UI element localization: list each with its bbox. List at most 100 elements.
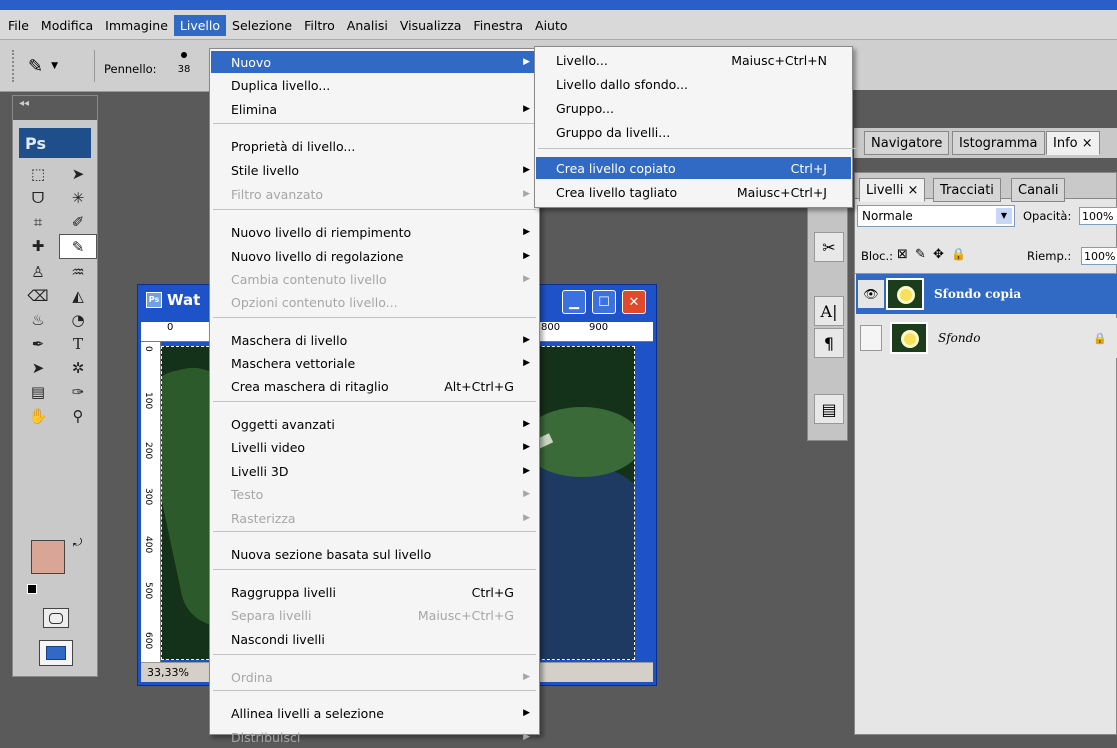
eyedropper-tool-icon[interactable]: ✑: [59, 380, 97, 403]
paint-bucket-tool-icon[interactable]: ◭: [59, 284, 97, 307]
screen-mode-button[interactable]: [39, 640, 73, 666]
lock-transparent-icon[interactable]: ⊠: [897, 247, 908, 262]
marquee-tool-icon[interactable]: ⬚: [19, 162, 57, 185]
nuovo-item-crea-livello-copiato[interactable]: Crea livello copiato Ctrl+J: [536, 157, 851, 179]
livello-item-maschera-vettoriale[interactable]: Maschera vettoriale ▶: [211, 352, 538, 374]
submenu-arrow-icon: ▶: [523, 335, 530, 345]
menu-finestra[interactable]: Finestra: [467, 15, 529, 36]
livello-item-nuova-sezione-basata-sul-livello[interactable]: Nuova sezione basata sul livello: [211, 543, 538, 565]
tab-istogramma[interactable]: Istogramma: [952, 131, 1045, 155]
livello-item-crea-maschera-di-ritaglio[interactable]: Crea maschera di ritaglio Alt+Ctrl+G: [211, 375, 538, 397]
livello-item-maschera-di-livello[interactable]: Maschera di livello ▶: [211, 329, 538, 351]
tab-navigatore[interactable]: Navigatore: [864, 131, 950, 155]
layer-row-sfondo-copia[interactable]: 👁 Sfondo copia: [856, 274, 1117, 314]
menu-filtro[interactable]: Filtro: [298, 15, 341, 36]
swap-colors-icon[interactable]: ⤾: [73, 536, 82, 550]
livello-item-nuovo-livello-di-riempimento[interactable]: Nuovo livello di riempimento ▶: [211, 221, 538, 243]
livello-item-nuovo-livello-di-regolazione[interactable]: Nuovo livello di regolazione ▶: [211, 245, 538, 267]
livello-item-stile-livello[interactable]: Stile livello ▶: [211, 159, 538, 181]
menu-aiuto[interactable]: Aiuto: [529, 15, 574, 36]
layer-name[interactable]: Sfondo copia: [934, 287, 1021, 301]
livello-item-cambia-contenuto-livello: Cambia contenuto livello ▶: [211, 268, 538, 290]
layers-panel: Livelli × Tracciati Canali Normale ▼ Opa…: [854, 172, 1117, 735]
menu-livello[interactable]: Livello: [173, 14, 227, 36]
close-button[interactable]: ✕: [622, 290, 646, 314]
character-panel-icon[interactable]: A|: [814, 296, 844, 326]
nuovo-item-gruppo[interactable]: Gruppo...: [536, 97, 851, 119]
healing-brush-tool-icon[interactable]: ✚: [19, 234, 57, 257]
menu-item-label: Nuova sezione basata sul livello: [231, 546, 432, 562]
tool-presets-icon[interactable]: ✂: [814, 232, 844, 262]
menu-modifica[interactable]: Modifica: [35, 15, 99, 36]
livello-item-oggetti-avanzati[interactable]: Oggetti avanzati ▶: [211, 413, 538, 435]
fill-field[interactable]: 100%: [1081, 247, 1117, 265]
brush-preset-picker[interactable]: ✎ ▼: [28, 52, 88, 80]
layer-comps-icon[interactable]: ▤: [814, 394, 844, 424]
menu-item-label: Nuovo livello di regolazione: [231, 248, 404, 264]
lock-all-icon[interactable]: 🔒: [951, 247, 966, 261]
photoshop-logo[interactable]: Ps: [19, 128, 91, 158]
nuovo-item-livello[interactable]: Livello... Maiusc+Ctrl+N: [536, 49, 851, 71]
brush-size-picker[interactable]: 38: [170, 48, 198, 84]
slice-tool-icon[interactable]: ✐: [59, 210, 97, 233]
tab-canali[interactable]: Canali: [1011, 178, 1066, 202]
blur-tool-icon[interactable]: ♨: [19, 308, 57, 331]
quick-mask-button[interactable]: [43, 608, 69, 628]
maximize-button[interactable]: ☐: [592, 290, 616, 314]
paragraph-panel-icon[interactable]: ¶: [814, 328, 844, 358]
foreground-color-swatch[interactable]: [31, 540, 65, 574]
layer-row-sfondo[interactable]: Sfondo 🔒: [856, 318, 1117, 358]
lasso-tool-icon[interactable]: ᗜ: [19, 186, 57, 209]
eye-visibility-icon[interactable]: 👁: [858, 280, 884, 308]
livello-item-elimina[interactable]: Elimina ▶: [211, 98, 538, 120]
menu-item-label: Distribuisci: [231, 729, 301, 745]
eraser-tool-icon[interactable]: ⌫: [19, 284, 57, 307]
nuovo-item-crea-livello-tagliato[interactable]: Crea livello tagliato Maiusc+Ctrl+J: [536, 181, 851, 203]
menu-visualizza[interactable]: Visualizza: [394, 15, 468, 36]
livello-item-livelli-3d[interactable]: Livelli 3D ▶: [211, 460, 538, 482]
zoom-tool-icon[interactable]: ⚲: [59, 404, 97, 427]
menu-analisi[interactable]: Analisi: [341, 15, 394, 36]
magic-wand-tool-icon[interactable]: ✳: [59, 186, 97, 209]
path-selection-tool-icon[interactable]: ➤: [19, 356, 57, 379]
menu-immagine[interactable]: Immagine: [99, 15, 174, 36]
pen-tool-icon[interactable]: ✒: [19, 332, 57, 355]
livello-item-proprieta-di-livello[interactable]: Proprietà di livello...: [211, 135, 538, 157]
livello-item-raggruppa-livelli[interactable]: Raggruppa livelli Ctrl+G: [211, 581, 538, 603]
toolbox-collapse-button[interactable]: ◂◂: [13, 96, 97, 120]
livello-item-rasterizza: Rasterizza ▶: [211, 507, 538, 529]
history-brush-tool-icon[interactable]: ♒: [59, 260, 97, 283]
livello-item-livelli-video[interactable]: Livelli video ▶: [211, 436, 538, 458]
eye-visibility-toggle[interactable]: [860, 325, 882, 351]
livello-item-nascondi-livelli[interactable]: Nascondi livelli: [211, 628, 538, 650]
layer-name[interactable]: Sfondo: [938, 331, 981, 345]
type-tool-icon[interactable]: T: [59, 332, 97, 355]
submenu-arrow-icon: ▶: [523, 358, 530, 368]
zoom-level[interactable]: 33,33%: [147, 666, 189, 679]
blend-mode-select[interactable]: Normale ▼: [857, 205, 1015, 227]
shape-tool-icon[interactable]: ✲: [59, 356, 97, 379]
collapsed-panel-dock: ✂ A| ¶ ▤: [807, 201, 848, 441]
default-colors-icon[interactable]: [27, 584, 37, 594]
dodge-tool-icon[interactable]: ◔: [59, 308, 97, 331]
move-tool-icon[interactable]: ➤: [59, 162, 97, 185]
minimize-button[interactable]: ▁: [562, 290, 586, 314]
livello-item-allinea-livelli-a-selezione[interactable]: Allinea livelli a selezione ▶: [211, 702, 538, 724]
lock-image-icon[interactable]: ✎: [915, 247, 926, 262]
nuovo-item-gruppo-da-livelli[interactable]: Gruppo da livelli...: [536, 121, 851, 143]
clone-stamp-tool-icon[interactable]: ♙: [19, 260, 57, 283]
opacity-field[interactable]: 100%: [1079, 207, 1117, 225]
menu-selezione[interactable]: Selezione: [226, 15, 298, 36]
brush-tool-icon[interactable]: ✎: [59, 234, 97, 259]
tab-info[interactable]: Info ×: [1046, 131, 1100, 155]
hand-tool-icon[interactable]: ✋: [19, 404, 57, 427]
menu-file[interactable]: File: [2, 15, 35, 36]
tab-tracciati[interactable]: Tracciati: [933, 178, 1001, 202]
livello-item-nuovo[interactable]: Nuovo ▶: [211, 51, 538, 73]
tab-livelli[interactable]: Livelli ×: [859, 178, 926, 202]
notes-tool-icon[interactable]: ▤: [19, 380, 57, 403]
livello-item-duplica-livello[interactable]: Duplica livello...: [211, 74, 538, 96]
nuovo-item-livello-dallo-sfondo[interactable]: Livello dallo sfondo...: [536, 73, 851, 95]
crop-tool-icon[interactable]: ⌗: [19, 210, 57, 233]
lock-position-icon[interactable]: ✥: [933, 247, 944, 262]
